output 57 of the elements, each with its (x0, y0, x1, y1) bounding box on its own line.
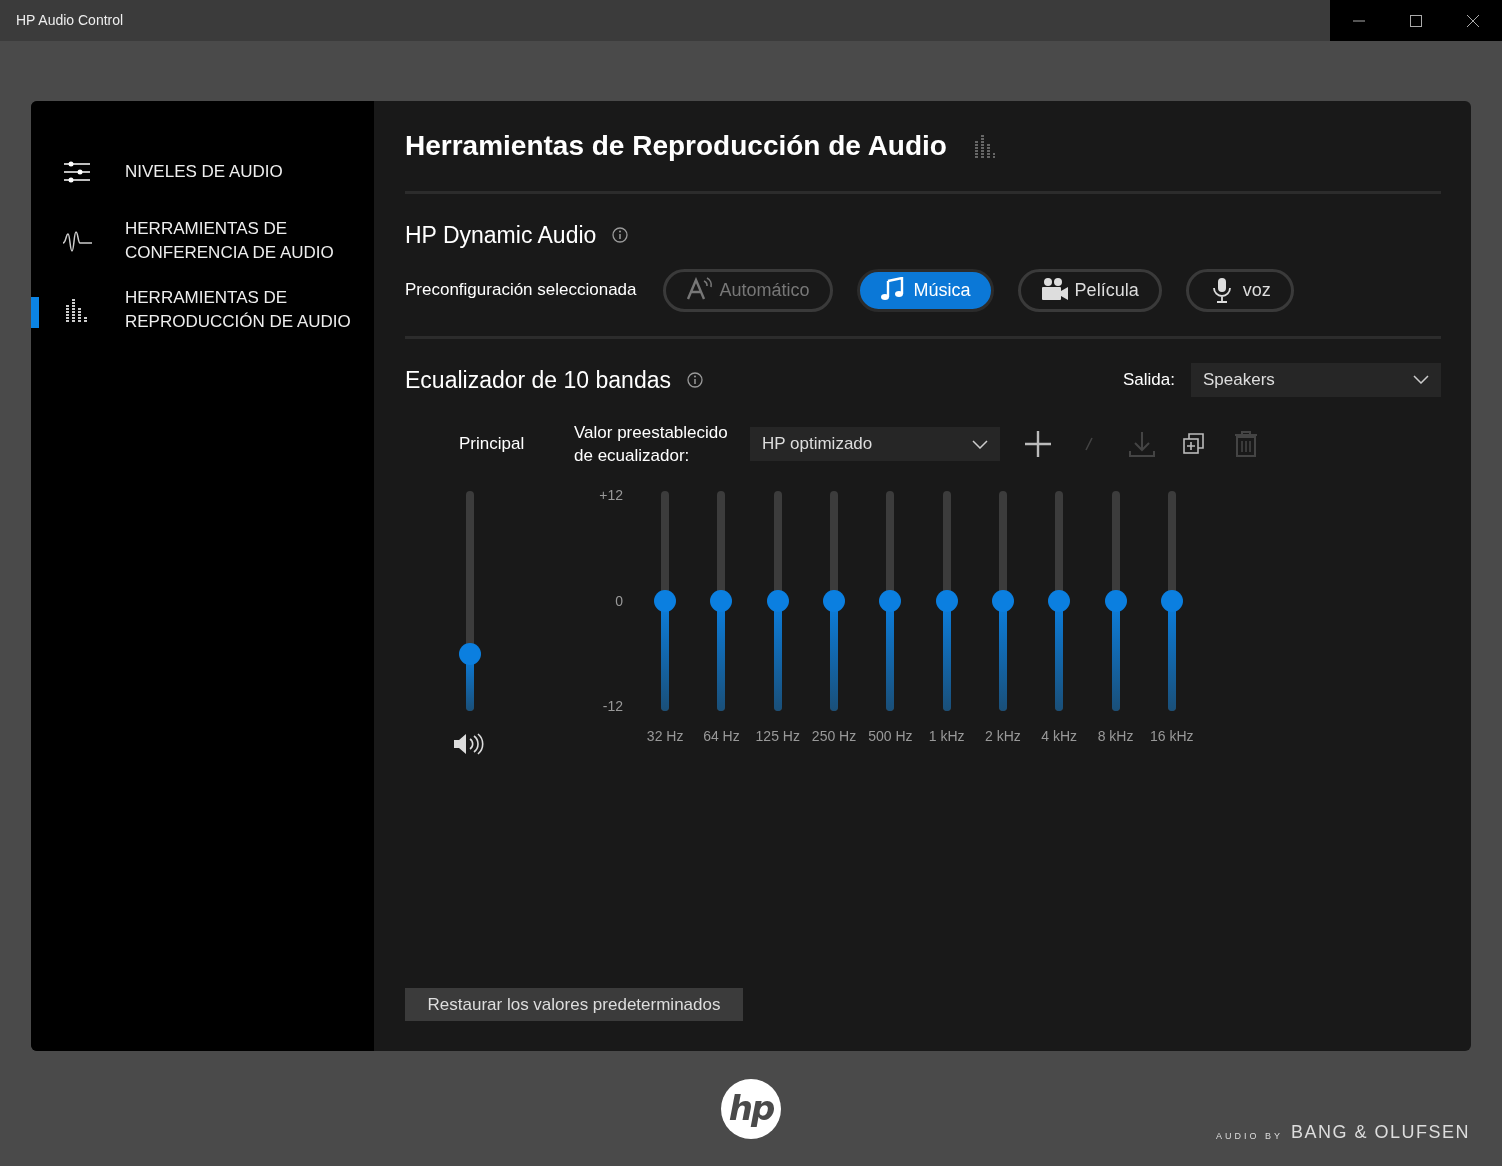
sidebar-item[interactable]: NIVELES DE AUDIO (31, 137, 374, 206)
sidebar-item[interactable]: HERRAMIENTAS DE CONFERENCIA DE AUDIO (31, 206, 374, 275)
slider-thumb[interactable] (879, 590, 902, 612)
band-label: 2 kHz (985, 727, 1021, 746)
master-label: Principal (458, 433, 526, 456)
preset-button[interactable]: Película (1017, 268, 1162, 312)
section-title: Ecualizador de 10 bandas (405, 365, 671, 395)
chevron-down-icon (1413, 375, 1429, 385)
window-title: HP Audio Control (15, 11, 125, 30)
maximize-icon (1409, 14, 1422, 27)
restore-defaults-button[interactable]: Restaurar los valores predeterminados (405, 988, 743, 1021)
scale-label: -12 (602, 697, 623, 716)
preset-button[interactable]: Música (856, 268, 994, 312)
page-title: Herramientas de Reproducción de Audio (405, 129, 947, 163)
sliders-icon (62, 159, 92, 184)
preset-label: Preconfiguración seleccionada (405, 279, 637, 302)
slider-thumb[interactable] (1048, 590, 1071, 612)
slider-thumb[interactable] (654, 590, 677, 612)
credit-prefix: AUDIO BY (1215, 1129, 1283, 1143)
band-label: 250 Hz (811, 727, 857, 746)
equalizer-preset-label: Valor preestablecido de ecualizador: (574, 422, 729, 467)
slider-thumb[interactable] (766, 590, 789, 612)
equalizer-preset-dropdown[interactable]: HP optimizado (750, 427, 1000, 461)
plus-icon[interactable] (1024, 430, 1052, 458)
hp-logo: hp (721, 1078, 781, 1139)
band-label: 125 Hz (755, 727, 800, 746)
scale-label: +12 (599, 486, 623, 505)
slider-thumb[interactable] (1104, 590, 1127, 612)
info-icon[interactable] (687, 371, 703, 388)
close-icon (1466, 14, 1479, 27)
output-dropdown[interactable]: Speakers (1191, 362, 1441, 397)
chevron-down-icon (972, 439, 988, 449)
sidebar-item-label: HERRAMIENTAS DE CONFERENCIA DE AUDIO (125, 217, 335, 264)
credit-brand: BANG & OLUFSEN (1290, 1121, 1470, 1144)
band-label: 16 kHz (1150, 727, 1194, 746)
sidebar-item-label: NIVELES DE AUDIO (125, 160, 283, 183)
sidebar-item-label: HERRAMIENTAS DE REPRODUCCIÓN DE AUDIO (125, 286, 352, 333)
slider-thumb[interactable] (935, 590, 958, 612)
info-icon[interactable] (612, 227, 629, 244)
band-label: 4 kHz (1041, 727, 1078, 746)
slider-thumb[interactable] (459, 642, 481, 665)
slider-thumb[interactable] (1160, 590, 1183, 612)
slider-thumb[interactable] (823, 590, 846, 612)
band-label: 1 kHz (928, 727, 965, 746)
section-title: HP Dynamic Audio (405, 221, 597, 250)
band-label: 64 Hz (703, 727, 740, 746)
slider-thumb[interactable] (710, 590, 733, 612)
band-label: 32 Hz (646, 727, 684, 746)
band-label: 8 kHz (1097, 727, 1134, 746)
sidebar-item[interactable]: HERRAMIENTAS DE REPRODUCCIÓN DE AUDIO (31, 275, 374, 344)
output-label: Salida: (1123, 369, 1175, 391)
band-label: 500 Hz (868, 727, 913, 746)
slider-thumb[interactable] (991, 590, 1014, 612)
preset-button[interactable]: voz (1185, 268, 1294, 312)
waveform-icon (62, 228, 92, 253)
movie-camera-icon (1040, 277, 1069, 303)
scale-label: 0 (615, 591, 623, 611)
